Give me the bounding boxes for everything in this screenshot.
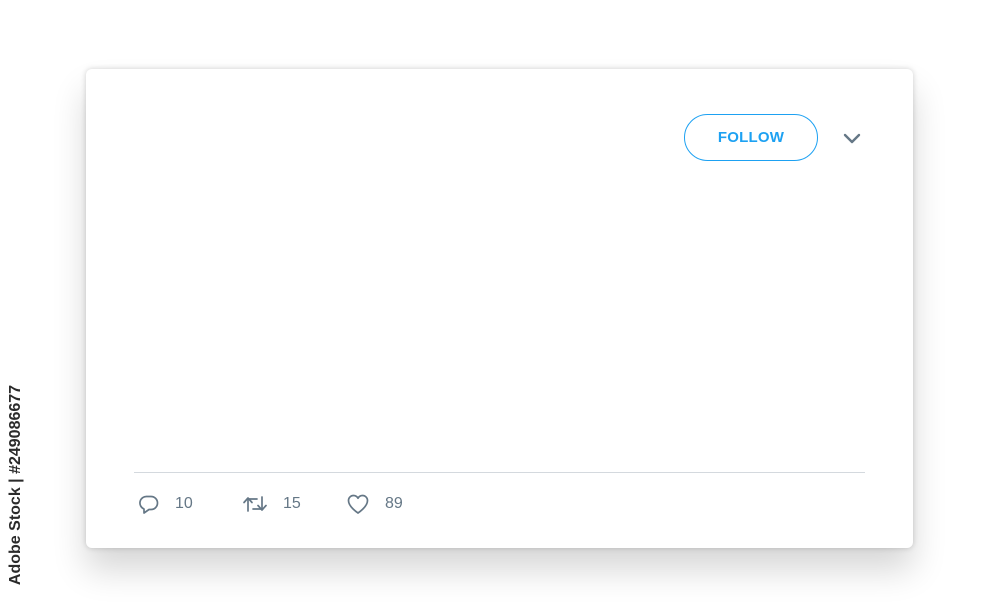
tweet-card: FOLLOW 10 15 89 bbox=[86, 69, 913, 548]
retweet-count: 15 bbox=[283, 495, 301, 512]
like-action[interactable]: 89 bbox=[346, 493, 403, 515]
follow-button[interactable]: FOLLOW bbox=[684, 114, 818, 161]
tweet-actions: 10 15 89 bbox=[138, 489, 403, 519]
like-count: 89 bbox=[385, 495, 403, 512]
chevron-down-icon[interactable] bbox=[841, 131, 863, 147]
retweet-action[interactable]: 15 bbox=[242, 493, 346, 515]
stage: FOLLOW 10 15 89 Adobe Stock | #249086677 bbox=[0, 0, 1000, 610]
reply-action[interactable]: 10 bbox=[138, 493, 242, 515]
reply-icon bbox=[138, 493, 160, 515]
stock-watermark: Adobe Stock | #249086677 bbox=[5, 372, 27, 597]
heart-icon bbox=[346, 493, 370, 515]
watermark-text: Adobe Stock | #249086677 bbox=[7, 384, 25, 585]
retweet-icon bbox=[242, 493, 268, 515]
divider bbox=[134, 472, 865, 473]
reply-count: 10 bbox=[175, 495, 193, 512]
